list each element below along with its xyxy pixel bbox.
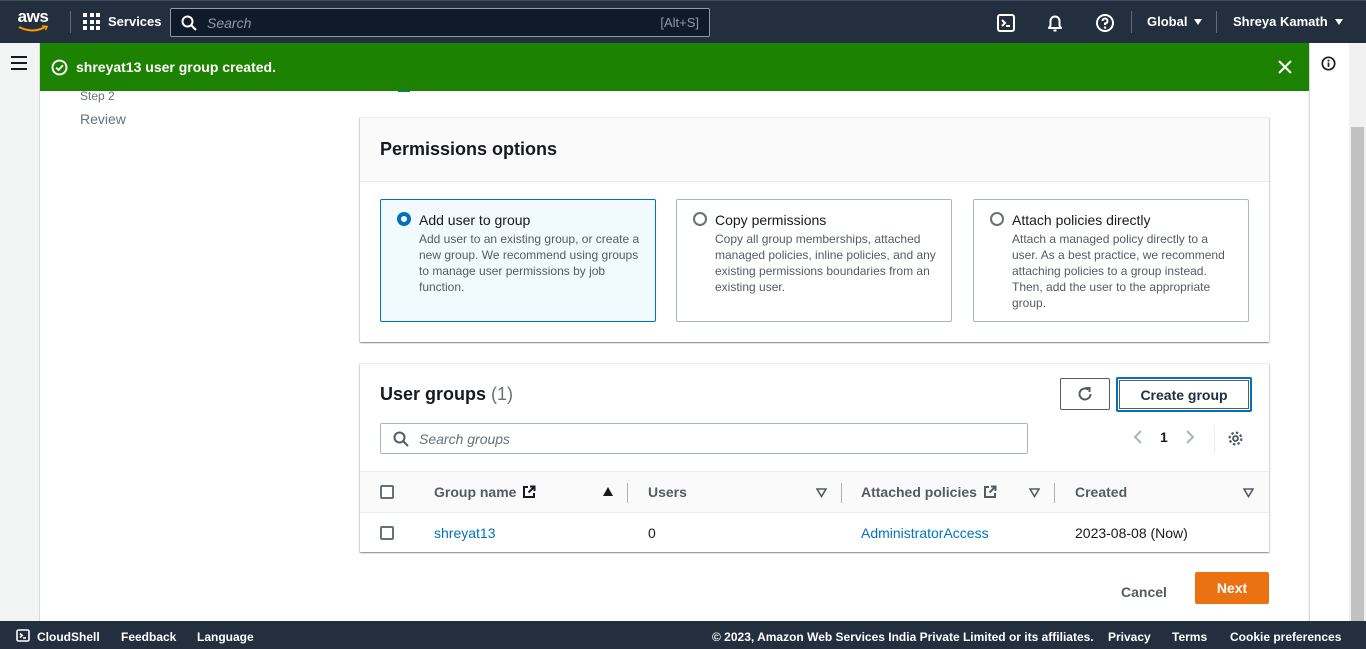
sort-icon[interactable] — [1243, 488, 1254, 498]
search-groups-input[interactable]: Search groups — [380, 423, 1028, 454]
chevron-right-icon[interactable] — [1184, 429, 1196, 445]
groups-title-text: User groups — [380, 384, 487, 404]
column-label: Attached policies — [861, 484, 977, 500]
tile-title: Attach policies directly — [1012, 212, 1151, 228]
permissions-options-panel: Permissions options Add user to group Ad… — [360, 117, 1269, 342]
sort-icon[interactable] — [1029, 488, 1040, 498]
column-header-created[interactable]: Created — [1075, 484, 1127, 500]
services-menu[interactable]: Services — [83, 13, 162, 30]
nav-divider — [1216, 11, 1217, 33]
external-link-icon — [983, 485, 997, 498]
info-icon[interactable] — [1321, 56, 1336, 71]
refresh-icon — [1078, 387, 1092, 401]
sort-icon[interactable] — [816, 488, 827, 498]
success-check-icon — [51, 59, 68, 75]
aws-smile-icon — [18, 25, 49, 32]
column-resizer[interactable] — [841, 483, 842, 503]
created-date: 2023-08-08 (Now) — [1075, 525, 1188, 541]
nav-divider — [1131, 11, 1132, 33]
tile-description: Copy all group memberships, attached man… — [715, 232, 936, 294]
column-label: Users — [648, 484, 687, 500]
column-header-attached-policies[interactable]: Attached policies — [861, 484, 997, 500]
tile-add-user-to-group[interactable]: Add user to group Add user to an existin… — [380, 199, 656, 322]
copyright-text: © 2023, Amazon Web Services India Privat… — [712, 630, 1094, 644]
external-link-icon — [523, 485, 536, 498]
region-menu[interactable]: Global — [1147, 14, 1203, 29]
console-footer: CloudShell Feedback Language © 2023, Ama… — [0, 621, 1366, 649]
cookie-preferences-link[interactable]: Cookie preferences — [1230, 630, 1341, 644]
column-label: Group name — [434, 484, 517, 500]
nav-divider — [70, 11, 71, 33]
users-count: 0 — [648, 525, 656, 541]
sort-ascending-icon[interactable] — [603, 487, 613, 496]
search-icon — [393, 431, 409, 447]
menu-icon[interactable] — [11, 56, 27, 70]
radio-selected[interactable] — [397, 212, 411, 226]
caret-down-icon — [1194, 18, 1203, 25]
search-icon — [181, 15, 197, 31]
help-icon[interactable] — [1095, 13, 1115, 33]
step-label: Step 2 — [80, 89, 115, 103]
policy-link[interactable]: AdministratorAccess — [861, 525, 989, 541]
tile-description: Add user to an existing group, or create… — [419, 232, 640, 294]
account-menu[interactable]: Shreya Kamath — [1233, 14, 1343, 29]
chevron-left-icon[interactable] — [1132, 429, 1144, 445]
aws-logo-text: aws — [17, 7, 49, 26]
tile-attach-policies-directly[interactable]: Attach policies directly Attach a manage… — [973, 199, 1249, 322]
column-header-group-name[interactable]: Group name — [434, 484, 536, 500]
scrollbar-thumb[interactable] — [1351, 127, 1364, 621]
account-label: Shreya Kamath — [1233, 14, 1328, 29]
services-grid-icon — [83, 13, 100, 30]
language-link[interactable]: Language — [197, 630, 254, 644]
pagination: 1 — [1132, 429, 1196, 445]
tile-copy-permissions[interactable]: Copy permissions Copy all group membersh… — [676, 199, 952, 322]
region-label: Global — [1147, 14, 1188, 29]
column-label: Created — [1075, 484, 1128, 500]
aws-logo[interactable]: aws — [14, 7, 52, 35]
step-review-link[interactable]: Review — [80, 111, 126, 127]
notifications-bell-icon[interactable] — [1045, 13, 1065, 33]
feedback-link[interactable]: Feedback — [121, 630, 176, 644]
cloudshell-icon[interactable] — [996, 13, 1016, 33]
page-number[interactable]: 1 — [1160, 429, 1168, 445]
tile-title: Add user to group — [419, 212, 531, 228]
column-header-users[interactable]: Users — [648, 484, 687, 500]
tools-panel — [1309, 43, 1349, 621]
close-icon[interactable] — [1277, 59, 1293, 75]
row-checkbox[interactable] — [380, 526, 394, 540]
group-name-link[interactable]: shreyat13 — [434, 525, 495, 541]
services-label: Services — [108, 14, 162, 29]
cloudshell-link[interactable]: CloudShell — [37, 630, 100, 644]
success-flash: shreyat13 user group created. — [40, 43, 1309, 91]
cancel-button[interactable]: Cancel — [1112, 576, 1176, 607]
flash-message: shreyat13 user group created. — [76, 59, 276, 75]
column-resizer[interactable] — [627, 483, 628, 503]
groups-count: (1) — [491, 384, 514, 404]
terms-link[interactable]: Terms — [1172, 630, 1207, 644]
caret-down-icon — [1334, 18, 1343, 25]
tile-description: Attach a managed policy directly to a us… — [1012, 232, 1225, 310]
cloudshell-icon[interactable] — [16, 629, 30, 642]
top-navigation: aws Services Search [Alt+S] Global Shrey… — [0, 0, 1366, 43]
select-all-checkbox[interactable] — [380, 485, 394, 499]
search-placeholder: Search — [207, 14, 252, 31]
radio-unselected[interactable] — [990, 212, 1004, 226]
refresh-button[interactable] — [1060, 378, 1110, 410]
table-row[interactable]: shreyat13 0 AdministratorAccess 2023-08-… — [360, 513, 1269, 553]
search-shortcut: [Alt+S] — [660, 15, 699, 30]
create-group-button[interactable]: Create group — [1116, 377, 1252, 412]
next-button[interactable]: Next — [1195, 572, 1269, 604]
tile-title: Copy permissions — [715, 212, 827, 228]
user-groups-panel: User groups (1) Create group Search grou… — [360, 363, 1269, 552]
gear-icon[interactable] — [1227, 430, 1244, 447]
search-placeholder: Search groups — [419, 430, 511, 447]
privacy-link[interactable]: Privacy — [1108, 630, 1151, 644]
panel-title: Permissions options — [380, 139, 558, 159]
divider — [1214, 425, 1215, 453]
panel-title: User groups (1) — [380, 384, 513, 405]
column-resizer[interactable] — [1054, 483, 1055, 503]
global-search-input[interactable]: Search [Alt+S] — [170, 8, 710, 37]
table-header: Group name Users Attached policies Creat… — [360, 471, 1269, 513]
radio-unselected[interactable] — [693, 212, 707, 226]
